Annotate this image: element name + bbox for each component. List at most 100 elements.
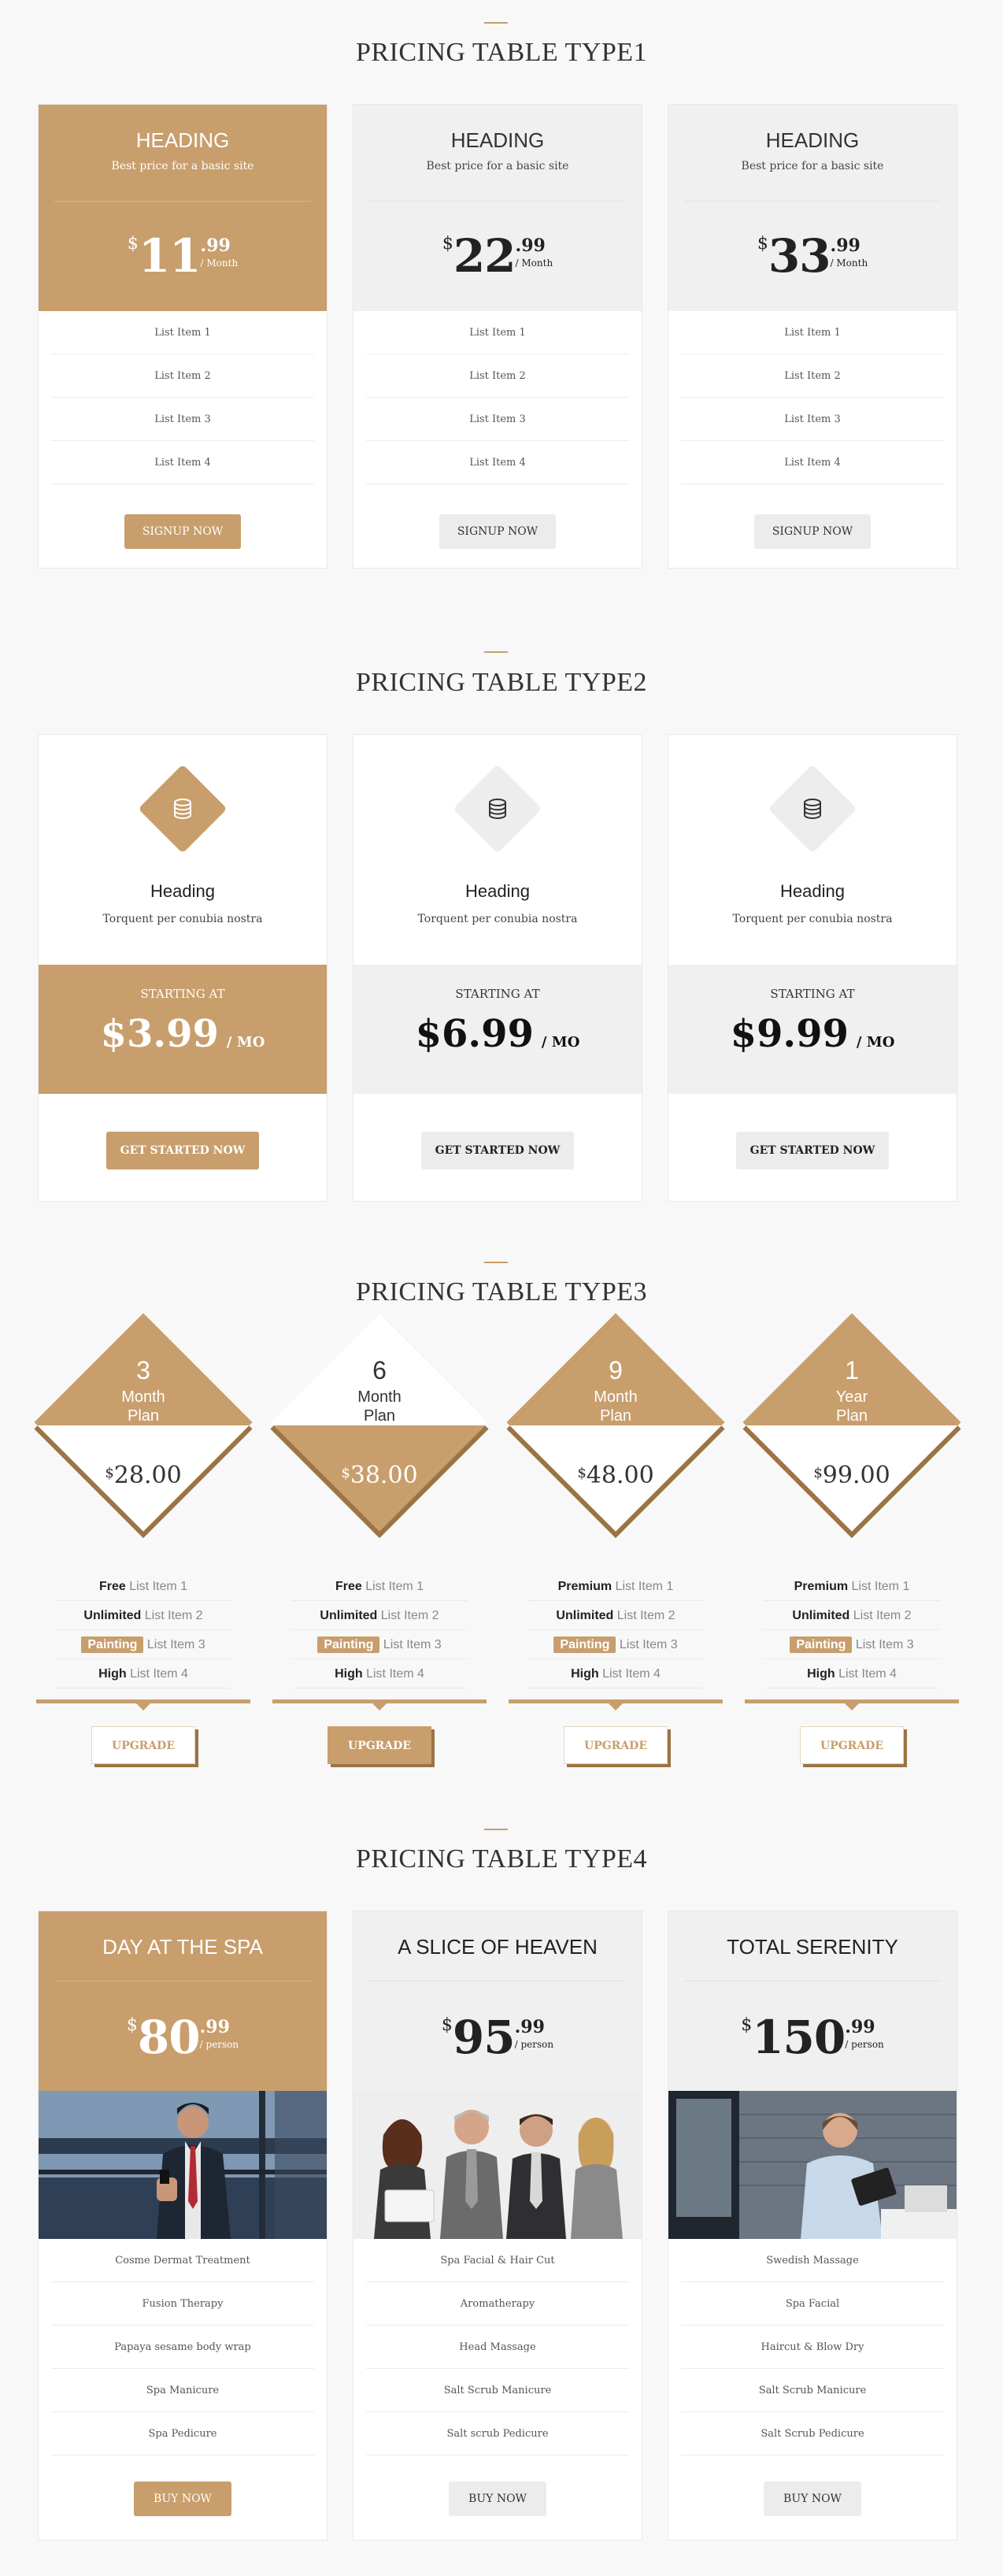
upgrade-button[interactable]: UPGRADE	[328, 1726, 431, 1764]
price-cents: .99	[200, 235, 231, 256]
list-item: Unlimited List Item 2	[764, 1601, 940, 1630]
price-cents: .99	[515, 235, 546, 256]
list-item: Premium List Item 1	[527, 1572, 704, 1601]
pricing-type3-section: PRICING TABLE TYPE3 3 Month Plan $28.00 F…	[0, 1241, 1003, 1792]
list-item: List Item 1	[366, 311, 629, 354]
signup-button[interactable]: SIGNUP NOW	[124, 514, 241, 549]
price-cents: .99	[830, 235, 861, 256]
price-amount: 11	[138, 229, 202, 283]
section-title: PRICING TABLE TYPE4	[355, 1844, 648, 1874]
card-heading: HEADING	[135, 128, 230, 152]
list-item: High List Item 4	[291, 1659, 468, 1688]
buy-now-button[interactable]: BUY NOW	[449, 2481, 546, 2516]
list-item: Unlimited List Item 2	[527, 1601, 704, 1630]
card-heading: TOTAL SERENITY	[727, 1935, 898, 1959]
accent-notch	[845, 1703, 859, 1711]
price-period: / Month	[830, 258, 868, 269]
list-item: High List Item 4	[55, 1659, 231, 1688]
section-title: PRICING TABLE TYPE3	[355, 1277, 648, 1307]
list-item: List Item 3	[51, 398, 314, 441]
price-period: / MO	[856, 1034, 895, 1051]
database-icon	[489, 799, 506, 820]
price-period: / Month	[200, 258, 239, 269]
plan-duration-number: 6	[372, 1356, 387, 1384]
section-title: PRICING TABLE TYPE1	[355, 38, 648, 67]
pricing-card-2: HEADING Best price for a basic site $22.…	[353, 104, 642, 569]
buy-now-button[interactable]: BUY NOW	[134, 2481, 231, 2516]
feature-list: Premium List Item 1 Unlimited List Item …	[527, 1572, 704, 1688]
list-item: Salt scrub Pedicure	[366, 2412, 629, 2456]
list-item: Salt Scrub Manicure	[681, 2369, 944, 2412]
card-heading: Heading	[780, 881, 845, 901]
buy-now-button[interactable]: BUY NOW	[764, 2481, 861, 2516]
price-period: / MO	[226, 1034, 265, 1051]
list-item: High List Item 4	[764, 1659, 940, 1688]
list-item: Spa Pedicure	[51, 2412, 314, 2456]
list-item: High List Item 4	[527, 1659, 704, 1688]
feature-list: List Item 1 List Item 2 List Item 3 List…	[366, 311, 629, 484]
list-item: Painting List Item 3	[291, 1630, 468, 1659]
price-period: / MO	[541, 1034, 580, 1051]
list-item: List Item 4	[366, 441, 629, 484]
list-item: Spa Facial	[681, 2282, 944, 2326]
list-item: Unlimited List Item 2	[291, 1601, 468, 1630]
feature-list: Spa Facial & Hair Cut Aromatherapy Head …	[366, 2239, 629, 2456]
database-icon	[804, 799, 821, 820]
get-started-button[interactable]: GET STARTED NOW	[106, 1132, 259, 1169]
card-subtitle: Best price for a basic site	[111, 160, 254, 172]
card-heading: Heading	[465, 881, 530, 901]
upgrade-button[interactable]: UPGRADE	[91, 1726, 195, 1764]
card-price: $11.99 / Month	[39, 229, 327, 283]
card-header: HEADING Best price for a basic site $11.…	[39, 105, 327, 311]
price-period: / Month	[515, 258, 553, 269]
pricing-card-3: TOTAL SERENITY $150.99/ person Swedish M…	[668, 1911, 957, 2541]
list-item: Papaya sesame body wrap	[51, 2326, 314, 2369]
card-heading: HEADING	[765, 128, 860, 152]
divider	[369, 201, 626, 202]
upgrade-button[interactable]: UPGRADE	[564, 1726, 668, 1764]
plan-card-1: 3 Month Plan $28.00 Free List Item 1 Unli…	[34, 1313, 253, 1769]
list-item: List Item 4	[51, 441, 314, 484]
plan-price: $28.00	[105, 1462, 182, 1489]
plan-duration-label: Year Plan	[835, 1388, 868, 1425]
card-subtitle: Best price for a basic site	[426, 160, 569, 172]
card-subtitle: Torquent per conubia nostra	[102, 913, 263, 925]
feature-list: Cosme Dermat Treatment Fusion Therapy Pa…	[51, 2239, 314, 2456]
starting-at-label: STARTING AT	[455, 987, 540, 1001]
price-amount: 22	[453, 229, 516, 283]
price-amount: $6.99	[415, 1012, 534, 1056]
list-item: Spa Facial & Hair Cut	[366, 2239, 629, 2282]
feature-list: Free List Item 1 Unlimited List Item 2 P…	[55, 1572, 231, 1688]
get-started-button[interactable]: GET STARTED NOW	[421, 1132, 574, 1169]
pricing-type1-section: PRICING TABLE TYPE1 HEADING Best price f…	[0, 0, 1003, 583]
pricing-card-3: HEADING Best price for a basic site $33.…	[668, 104, 957, 569]
pricing-card-1: DAY AT THE SPA $80.99/ person Cosme Derm…	[38, 1911, 328, 2541]
accent-notch	[136, 1703, 150, 1711]
card-price: $95.99/ person	[441, 2011, 554, 2064]
signup-button[interactable]: SIGNUP NOW	[754, 514, 871, 549]
price-amount: 33	[768, 229, 831, 283]
card-price: $3.99 / MO	[39, 1012, 327, 1056]
price-box: STARTING AT $9.99 / MO	[668, 965, 957, 1094]
card-price: $80.99/ person	[126, 2011, 239, 2064]
list-item: Unlimited List Item 2	[55, 1601, 231, 1630]
plan-card-3: 9 Month Plan $48.00 Premium List Item 1 U…	[506, 1313, 725, 1769]
list-item: Salt Scrub Pedicure	[681, 2412, 944, 2456]
list-item: Fusion Therapy	[51, 2282, 314, 2326]
section-accent-line	[484, 651, 508, 653]
card-price: $6.99 / MO	[353, 1012, 642, 1056]
list-item: List Item 2	[681, 354, 944, 398]
list-item: List Item 3	[366, 398, 629, 441]
plan-price: $38.00	[341, 1462, 418, 1489]
currency-symbol: $	[442, 234, 453, 254]
signup-button[interactable]: SIGNUP NOW	[439, 514, 556, 549]
list-item: Aromatherapy	[366, 2282, 629, 2326]
get-started-button[interactable]: GET STARTED NOW	[736, 1132, 889, 1169]
list-item: Cosme Dermat Treatment	[51, 2239, 314, 2282]
card-header: HEADING Best price for a basic site $22.…	[353, 105, 642, 311]
pricing-card-1: Heading Torquent per conubia nostra STAR…	[38, 734, 328, 1202]
database-icon	[174, 799, 191, 820]
upgrade-button[interactable]: UPGRADE	[800, 1726, 904, 1764]
section-accent-line	[484, 1262, 508, 1263]
business-team-photo	[353, 2091, 642, 2239]
